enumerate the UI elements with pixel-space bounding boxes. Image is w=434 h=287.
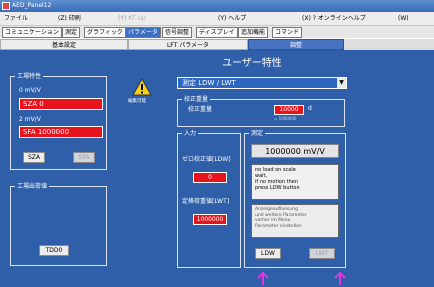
tdd0-button[interactable]: TDD0: [39, 245, 69, 256]
tab-measure[interactable]: 測定: [62, 27, 81, 38]
window-title: AED_Panel12: [12, 2, 52, 9]
calibration-weight-unit: d: [308, 105, 312, 112]
annotation-arrow-ldw: [257, 272, 269, 285]
subtab-adjust[interactable]: 調整: [248, 39, 344, 50]
ldw-button[interactable]: LDW: [255, 248, 281, 259]
calibration-weight-group: 校正重量 校正重量 10000 d = 1000000: [177, 96, 345, 127]
rated-load-label: 定格荷重値[LWT]: [182, 198, 230, 205]
warning-label: 編集可能: [128, 99, 146, 104]
user-characteristics-title: ユーザー特性: [222, 58, 282, 69]
sfa-button[interactable]: SFA: [73, 152, 95, 163]
menu-w[interactable]: (W): [398, 12, 409, 26]
main-panel: 工場特性 0 mV/V SZA 0 2 mV/V SFA 1000000 SZA…: [0, 50, 434, 287]
tab-extra[interactable]: 追加機能: [238, 27, 269, 38]
zero-calibration-label: ゼロ校正値[LDW]: [182, 156, 231, 163]
lwt-button[interactable]: LWT: [309, 248, 335, 259]
main-tab-bar: コミュニケーション 測定 グラフィック パラメータ 信号調整 ディスプレイ 追加…: [0, 26, 434, 38]
tab-parameter[interactable]: パラメータ: [125, 27, 161, 38]
measure-display: 1000000 mV/V: [251, 144, 339, 158]
tab-graphic[interactable]: グラフィック: [84, 27, 126, 38]
calibration-weight-hint: = 1000000: [274, 116, 297, 121]
rated-load-value[interactable]: 1000000: [193, 214, 227, 225]
title-bar: AED_Panel12: [0, 0, 434, 12]
sza-value: SZA 0: [19, 98, 103, 110]
measure-group: 測定 1000000 mV/V no load on scale wait, i…: [244, 130, 346, 268]
menu-bar: ファイル (Z) 印刷 (Y) ｵﾌﾟｼｮﾝ (Y) ヘルプ (X) ? オンラ…: [0, 12, 434, 26]
app-icon: [2, 2, 10, 10]
measure-title: 測定: [249, 130, 266, 137]
subtab-basic[interactable]: 基本設定: [0, 39, 128, 50]
factory-defaults-group: 工場出荷値 TDD0: [10, 183, 107, 266]
warning-icon: [132, 78, 152, 96]
measure-mode-value: 測定 LDW / LWT: [182, 79, 236, 87]
warning-area: 編集可能: [128, 78, 158, 108]
sfa-value: SFA 1000000: [19, 126, 103, 138]
calibration-weight-value[interactable]: 10000: [274, 105, 304, 115]
menu-file[interactable]: ファイル: [4, 12, 28, 26]
tab-communication[interactable]: コミュニケーション: [2, 27, 62, 38]
input-group: 入力 ゼロ校正値[LDW] 0 定格荷重値[LWT] 1000000: [177, 130, 241, 268]
span-mvv-label: 2 mV/V: [19, 116, 41, 123]
calibration-weight-label: 校正重量: [188, 106, 213, 113]
factory-characteristics-title: 工場特性: [15, 73, 44, 80]
menu-options[interactable]: (Y) ｵﾌﾟｼｮﾝ: [118, 12, 146, 26]
user-characteristics-group: ユーザー特性 測定 LDW / LWT ▼ 校正重量 校正重量 10000 d …: [172, 58, 352, 280]
input-title: 入力: [182, 130, 199, 137]
menu-online-help[interactable]: (X) ? オンラインヘルプ: [302, 12, 366, 26]
parameter-note: Anzeigeaufloesung und weitere Parameter …: [251, 204, 339, 238]
sza-button[interactable]: SZA: [23, 152, 45, 163]
annotation-arrow-lwt: [334, 272, 346, 285]
zero-calibration-value[interactable]: 0: [193, 172, 227, 183]
calibration-weight-title: 校正重量: [182, 96, 211, 103]
tab-command[interactable]: コマンド: [272, 27, 303, 38]
menu-print[interactable]: (Z) 印刷: [58, 12, 81, 26]
tab-signal[interactable]: 信号調整: [162, 27, 193, 38]
measure-mode-select[interactable]: 測定 LDW / LWT ▼: [177, 77, 347, 89]
menu-help[interactable]: (Y) ヘルプ: [218, 12, 246, 26]
subtab-lft[interactable]: LFT パラメータ: [128, 39, 248, 50]
sub-tab-bar: 基本設定 LFT パラメータ 調整: [0, 39, 434, 50]
chevron-down-icon[interactable]: ▼: [337, 78, 346, 88]
instruction-message: no load on scale wait, if no motion then…: [251, 164, 339, 200]
tab-display[interactable]: ディスプレイ: [196, 27, 238, 38]
factory-characteristics-group: 工場特性 0 mV/V SZA 0 2 mV/V SFA 1000000 SZA…: [10, 73, 107, 170]
zero-mvv-label: 0 mV/V: [19, 87, 41, 94]
factory-defaults-title: 工場出荷値: [15, 183, 50, 190]
